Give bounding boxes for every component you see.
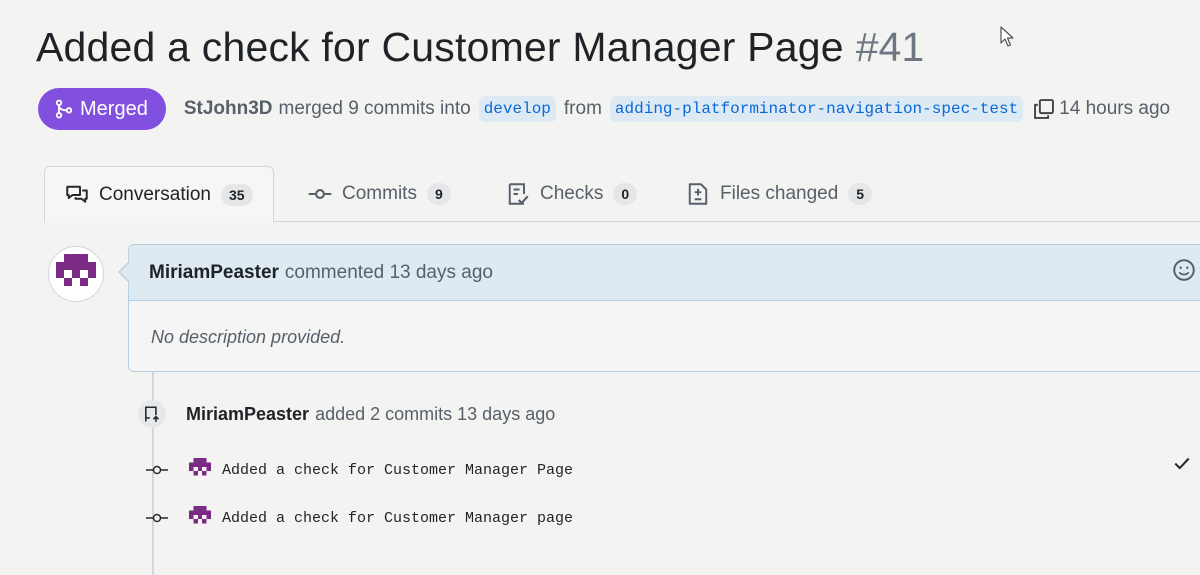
commit-author-avatar[interactable] — [188, 506, 212, 530]
git-merge-icon — [55, 99, 73, 119]
tab-conversation-label: Conversation — [99, 183, 211, 205]
check-icon[interactable] — [1172, 454, 1192, 472]
pr-title-row: Added a check for Customer Manager Page … — [36, 24, 924, 71]
comment-box: MiriamPeaster commented 13 days ago No d… — [128, 244, 1200, 372]
commit-author-avatar[interactable] — [188, 458, 212, 482]
base-branch-link[interactable]: develop — [478, 96, 556, 122]
commit-node-icon — [146, 510, 168, 526]
commit-row[interactable]: Added a check for Customer Manager Page — [146, 458, 573, 482]
commits-added-event: MiriamPeaster added 2 commits 13 days ag… — [138, 400, 555, 428]
event-action: added 2 commits 13 days ago — [315, 403, 556, 424]
tab-conversation-count: 35 — [220, 183, 253, 206]
comment-author-avatar[interactable] — [48, 246, 104, 302]
tab-files-changed-label: Files changed — [720, 183, 839, 204]
head-branch-link[interactable]: adding-platforminator-navigation-spec-te… — [609, 96, 1024, 122]
commit-message-link[interactable]: Added a check for Customer Manager page — [222, 510, 573, 527]
pr-meta: Merged StJohn3D merged 9 commits into de… — [38, 88, 1170, 130]
identicon-avatar — [189, 458, 211, 476]
file-diff-icon — [688, 183, 708, 205]
comment-arrow-inner — [120, 263, 129, 281]
pr-merge-time: 14 hours ago — [1059, 98, 1171, 119]
comment-body: No description provided. — [151, 327, 346, 347]
identicon-avatar — [189, 506, 211, 524]
pr-number: #41 — [855, 24, 925, 70]
commit-message-link[interactable]: Added a check for Customer Manager Page — [222, 462, 573, 479]
tab-commits-label: Commits — [342, 183, 417, 204]
comment-action: commented 13 days ago — [284, 261, 493, 283]
pr-title: Added a check for Customer Manager Page — [36, 24, 844, 70]
repo-push-icon — [138, 400, 166, 428]
tab-checks-label: Checks — [540, 183, 604, 204]
conversation-icon — [66, 185, 88, 203]
copy-icon[interactable] — [1033, 98, 1055, 120]
pr-author-link[interactable]: StJohn3D — [184, 98, 273, 120]
add-reaction-icon[interactable] — [1172, 258, 1196, 282]
checklist-icon — [508, 183, 529, 205]
tab-commits-count: 9 — [426, 183, 451, 205]
comment-header: MiriamPeaster commented 13 days ago — [129, 245, 1200, 301]
identicon-avatar — [56, 254, 96, 286]
tab-checks-count: 0 — [613, 183, 638, 205]
comment-author-link[interactable]: MiriamPeaster — [149, 262, 279, 284]
tab-commits[interactable]: Commits 9 — [288, 166, 471, 222]
tab-files-changed-count: 5 — [848, 183, 873, 205]
commit-icon — [308, 189, 332, 199]
event-author-link[interactable]: MiriamPeaster — [186, 404, 309, 425]
tab-files-changed[interactable]: Files changed 5 — [666, 166, 892, 222]
from-text: from — [563, 98, 602, 119]
tab-checks[interactable]: Checks 0 — [486, 166, 657, 222]
merged-state-label: Merged — [80, 97, 148, 120]
pr-tabs: Conversation 35 Commits 9 Checks 0 Files… — [44, 166, 1200, 223]
commit-row[interactable]: Added a check for Customer Manager page — [146, 506, 573, 530]
tab-conversation[interactable]: Conversation 35 — [44, 166, 274, 223]
mouse-cursor-icon — [1000, 26, 1014, 47]
commit-node-icon — [146, 462, 168, 478]
merged-state-badge: Merged — [38, 88, 166, 130]
merge-text: merged 9 commits into — [278, 98, 471, 119]
